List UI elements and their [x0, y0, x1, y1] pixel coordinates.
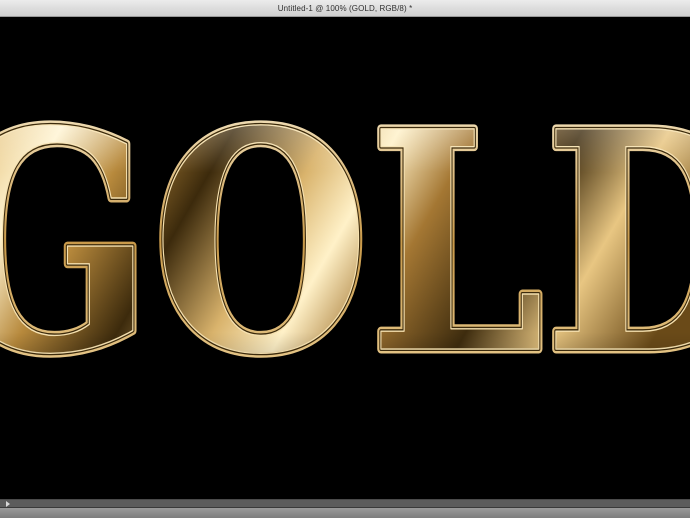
- gold-text-artwork: GOLD GOLD GOLD GOLD: [0, 62, 690, 426]
- document-canvas[interactable]: GOLD GOLD GOLD GOLD: [0, 17, 690, 499]
- status-lower-strip: [0, 508, 690, 518]
- status-strip: [0, 500, 690, 508]
- play-triangle-icon[interactable]: [6, 501, 10, 507]
- document-window: Untitled-1 @ 100% (GOLD, RGB/8) * GOLD G…: [0, 0, 690, 518]
- gold-text-sheen: GOLD: [0, 66, 690, 421]
- document-title-bar[interactable]: Untitled-1 @ 100% (GOLD, RGB/8) *: [0, 0, 690, 17]
- document-status-bar: [0, 499, 690, 518]
- document-title: Untitled-1 @ 100% (GOLD, RGB/8) *: [277, 3, 413, 13]
